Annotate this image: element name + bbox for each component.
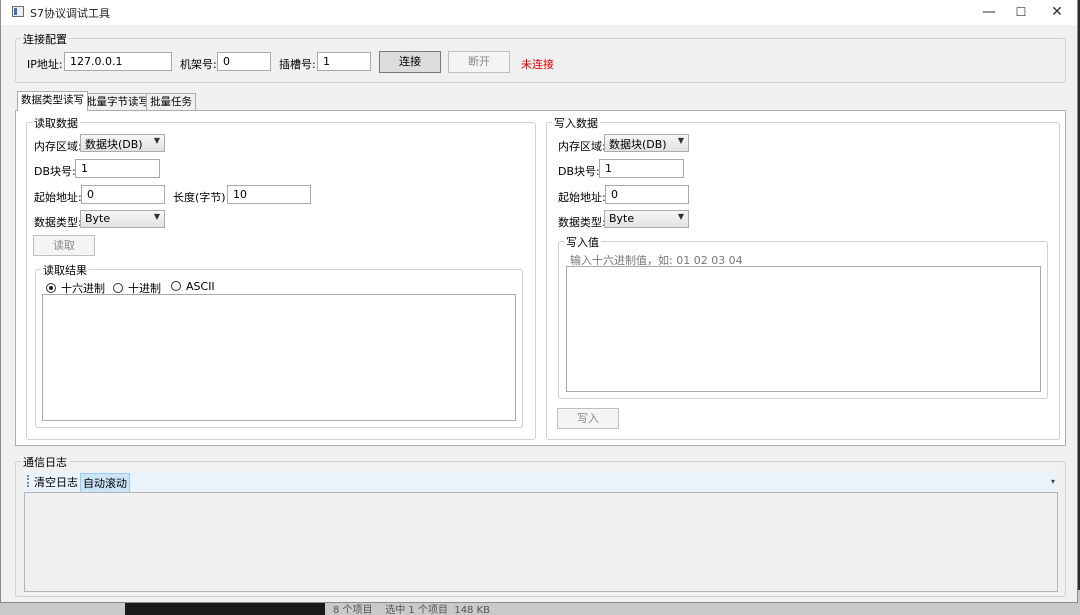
rack-label: 机架号: [180, 58, 217, 71]
radio-checked-icon [46, 283, 56, 293]
connection-config-label: 连接配置 [21, 31, 69, 47]
write-data-type-select[interactable]: Byte ▼ [604, 210, 689, 228]
read-data-type-select[interactable]: Byte ▼ [80, 210, 165, 228]
read-data-type-label: 数据类型: [34, 216, 82, 229]
disconnect-button[interactable]: 断开 [448, 51, 510, 73]
read-length-input[interactable]: 10 [227, 185, 311, 204]
format-ascii-label: ASCII [186, 280, 215, 293]
toolbar-grip-icon[interactable] [27, 475, 29, 487]
explorer-status-text: 8 个项目 选中 1 个项目 148 KB [333, 605, 491, 615]
write-db-label: DB块号: [558, 165, 600, 178]
slot-label: 插槽号: [279, 58, 316, 71]
read-start-input[interactable]: 0 [81, 185, 165, 204]
read-button[interactable]: 读取 [33, 235, 95, 256]
title-bar[interactable]: S7协议调试工具 — ☐ ✕ [1, 0, 1077, 25]
slot-input[interactable]: 1 [317, 52, 371, 71]
write-value-textarea[interactable] [566, 266, 1041, 392]
chevron-down-icon: ▼ [677, 136, 684, 145]
read-memory-area-select[interactable]: 数据块(DB) ▼ [80, 134, 165, 152]
radio-unchecked-icon [171, 281, 181, 291]
clear-log-button[interactable]: 清空日志 [34, 474, 78, 490]
write-db-input[interactable]: 1 [599, 159, 684, 178]
write-data-label: 写入数据 [552, 115, 600, 131]
format-ascii-radio[interactable]: ASCII [171, 280, 215, 293]
auto-scroll-toggle[interactable]: 自动滚动 [80, 473, 130, 493]
write-memory-area-label: 内存区域: [558, 140, 606, 153]
connection-status: 未连接 [521, 58, 554, 71]
read-result-label: 读取结果 [41, 262, 89, 278]
chevron-down-icon: ▼ [677, 212, 684, 221]
ip-label: IP地址: [27, 58, 63, 71]
read-start-label: 起始地址: [34, 191, 82, 204]
write-data-type-value: Byte [609, 212, 635, 225]
radio-unchecked-icon [113, 283, 123, 293]
write-data-type-label: 数据类型: [558, 216, 606, 229]
read-result-textarea[interactable] [42, 294, 516, 421]
chevron-down-icon: ▼ [153, 136, 160, 145]
app-window-icon [12, 6, 24, 17]
write-start-input[interactable]: 0 [605, 185, 689, 204]
tab-data-type-rw[interactable]: 数据类型读写 [17, 91, 88, 111]
read-memory-area-label: 内存区域: [34, 140, 82, 153]
tab-batch-tasks[interactable]: 批量任务 [146, 93, 196, 110]
comm-log-label: 通信日志 [21, 454, 69, 470]
read-db-input[interactable]: 1 [75, 159, 160, 178]
read-data-type-value: Byte [85, 212, 111, 225]
log-output-area[interactable] [24, 492, 1058, 592]
window-title: S7协议调试工具 [30, 7, 110, 20]
chevron-down-icon: ▼ [153, 212, 160, 221]
write-memory-area-value: 数据块(DB) [609, 138, 667, 151]
log-toolbar: 清空日志 自动滚动 ▾ [24, 471, 1058, 493]
write-start-label: 起始地址: [558, 191, 606, 204]
connect-button[interactable]: 连接 [379, 51, 441, 73]
tab-batch-bytes[interactable]: 批量字节读写 [82, 93, 153, 110]
write-value-label: 写入值 [564, 234, 601, 250]
ip-input[interactable]: 127.0.0.1 [64, 52, 172, 71]
rack-input[interactable]: 0 [217, 52, 271, 71]
write-button[interactable]: 写入 [557, 408, 619, 429]
close-button[interactable]: ✕ [1035, 0, 1079, 24]
app-window: S7协议调试工具 — ☐ ✕ 连接配置 IP地址: 127.0.0.1 机架号:… [0, 0, 1078, 603]
toolbar-overflow-icon[interactable]: ▾ [1051, 477, 1055, 486]
read-db-label: DB块号: [34, 165, 76, 178]
read-memory-area-value: 数据块(DB) [85, 138, 143, 151]
write-memory-area-select[interactable]: 数据块(DB) ▼ [604, 134, 689, 152]
read-length-label: 长度(字节): [173, 191, 230, 204]
read-data-label: 读取数据 [32, 115, 80, 131]
